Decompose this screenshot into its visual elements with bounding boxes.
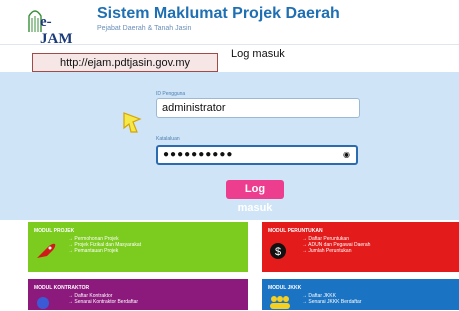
module-jkkk-tile[interactable]: MODUL JKKK → Daftar JKKK → Senarai JKKK … <box>262 279 459 310</box>
password-value: ●●●●●●●●●● <box>163 149 234 160</box>
module-item[interactable]: → Pemantauan Projek <box>68 248 141 254</box>
module-title: MODUL JKKK <box>268 285 302 291</box>
module-title: MODUL PERUNTUKAN <box>268 228 323 234</box>
module-title: MODUL PROJEK <box>34 228 75 234</box>
dollar-coin-icon: $ <box>270 243 286 259</box>
username-field[interactable]: administrator <box>156 98 360 118</box>
svg-text:$: $ <box>275 246 281 258</box>
password-field[interactable]: ●●●●●●●●●● ◉ <box>156 145 358 165</box>
username-label: ID Pengguna <box>156 91 186 97</box>
module-kontraktor-tile[interactable]: MODUL KONTRAKTOR → Daftar Kontraktor → S… <box>28 279 248 310</box>
log-masuk-button[interactable]: Log masuk <box>226 180 284 214</box>
module-item[interactable]: → Senarai JKKK Berdaftar <box>302 299 361 305</box>
password-label: Katalaluan <box>156 136 180 142</box>
pointer-arrow-icon <box>123 112 142 133</box>
username-value: administrator <box>162 102 226 114</box>
module-peruntukan-tile[interactable]: MODUL PERUNTUKAN $ → Daftar Peruntukan →… <box>262 222 459 272</box>
module-projek-tile[interactable]: MODUL PROJEK → Permohonan Projek → Proje… <box>28 222 248 272</box>
ejam-logo[interactable]: e-JAM <box>28 8 84 47</box>
app-header: e-JAM Sistem Maklumat Projek Daerah Peja… <box>0 0 459 47</box>
page-subtitle: Pejabat Daerah & Tanah Jasin <box>97 25 192 32</box>
module-item[interactable]: → Senarai Kontraktor Berdaftar <box>68 299 138 305</box>
module-title: MODUL KONTRAKTOR <box>34 285 90 291</box>
url-overlay: http://ejam.pdtjasin.gov.my <box>32 53 218 72</box>
page-title: Sistem Maklumat Projek Daerah <box>97 5 340 22</box>
logo-text: e-JAM <box>40 14 73 47</box>
show-password-eye-icon[interactable]: ◉ <box>343 147 351 162</box>
user-icon <box>37 297 49 309</box>
module-item[interactable]: → Jumlah Peruntukan <box>302 248 370 254</box>
rocket-icon <box>37 243 56 258</box>
people-group-icon <box>270 296 290 309</box>
tab-log-masuk[interactable]: Log masuk <box>231 48 285 60</box>
